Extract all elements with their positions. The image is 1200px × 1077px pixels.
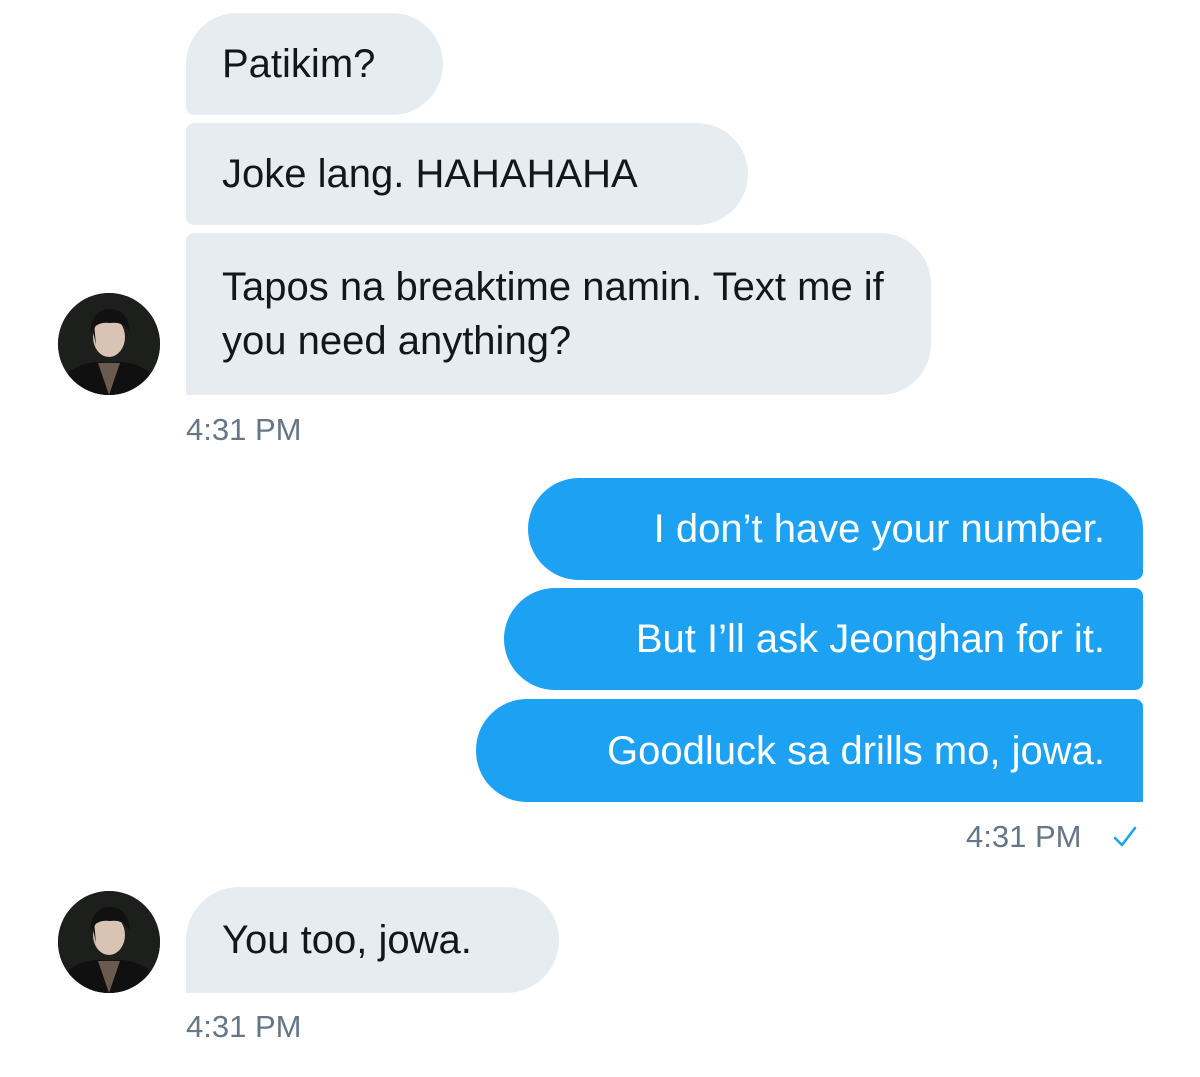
avatar[interactable] [58, 891, 160, 993]
message-text: You too, jowa. [222, 918, 472, 962]
message-text: Goodluck sa drills mo, jowa. [607, 728, 1105, 773]
message-bubble-incoming[interactable]: Patikim? [186, 13, 443, 115]
timestamp: 4:31 PM [186, 412, 302, 447]
message-text: Tapos na breaktime namin. Text me if you… [222, 265, 884, 363]
message-text: Joke lang. HAHAHAHA [222, 152, 638, 196]
message-bubble-incoming[interactable]: Joke lang. HAHAHAHA [186, 123, 748, 225]
message-bubble-incoming[interactable]: You too, jowa. [186, 887, 559, 993]
message-bubble-outgoing[interactable]: I don’t have your number. [528, 478, 1143, 580]
message-text: I don’t have your number. [653, 507, 1105, 551]
message-bubble-outgoing[interactable]: Goodluck sa drills mo, jowa. [476, 699, 1143, 802]
avatar[interactable] [58, 293, 160, 395]
timestamp: 4:31 PM [966, 819, 1082, 854]
avatar-photo [58, 293, 160, 395]
message-text: Patikim? [222, 42, 376, 86]
message-text: But I’ll ask Jeonghan for it. [635, 617, 1105, 661]
message-bubble-outgoing[interactable]: But I’ll ask Jeonghan for it. [504, 588, 1143, 690]
message-bubble-incoming[interactable]: Tapos na breaktime namin. Text me if you… [186, 233, 931, 395]
avatar-photo [58, 891, 160, 993]
checkmark-icon [1113, 826, 1137, 847]
timestamp: 4:31 PM [186, 1009, 302, 1044]
